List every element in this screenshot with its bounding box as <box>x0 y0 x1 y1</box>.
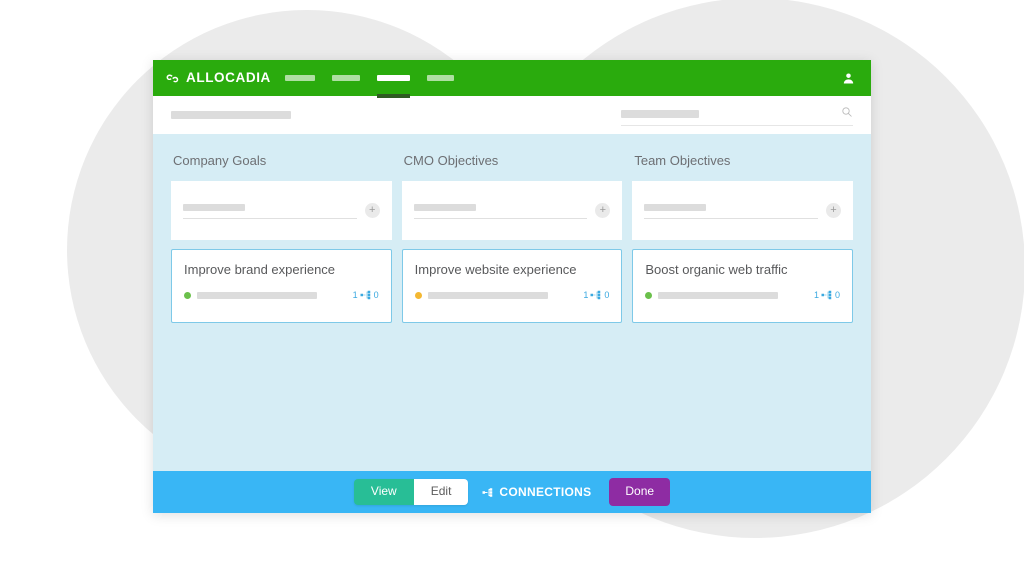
view-edit-toggle: View Edit <box>353 479 469 505</box>
goal-card-meta: 1 0 <box>184 289 379 301</box>
search-placeholder-bar <box>621 109 699 118</box>
goal-card[interactable]: Boost organic web traffic 1 0 <box>632 249 854 323</box>
card-detail-placeholder-bar <box>658 291 779 299</box>
connections-count[interactable]: 1 0 <box>814 289 840 301</box>
user-avatar-icon <box>843 72 853 83</box>
nav-item-4[interactable] <box>426 60 454 96</box>
nav-item-2[interactable] <box>331 60 360 96</box>
connections-out-count: 0 <box>604 289 610 300</box>
add-goal-card[interactable]: + <box>632 181 854 240</box>
add-goal-placeholder-bar <box>644 204 707 211</box>
goal-card-title: Boost organic web traffic <box>645 262 788 277</box>
goal-card-title: Improve brand experience <box>184 262 336 277</box>
add-goal-button[interactable]: + <box>595 203 611 218</box>
nav-item-3-active[interactable] <box>376 60 410 98</box>
status-dot-icon <box>645 291 653 299</box>
nav-placeholder-bar <box>376 75 410 81</box>
brand-name: ALLOCADIA <box>186 70 271 86</box>
nav-item-1[interactable] <box>284 60 315 96</box>
card-detail-placeholder-bar <box>427 291 548 299</box>
done-button[interactable]: Done <box>609 478 671 506</box>
nav-placeholder-bar <box>426 75 454 81</box>
goals-board: Company Goals + Improve brand experience… <box>153 134 871 471</box>
add-goal-input[interactable] <box>413 202 588 219</box>
connections-in-count: 1 <box>813 289 819 300</box>
connections-in-count: 1 <box>352 289 358 300</box>
column-cmo-objectives: CMO Objectives + Improve website experie… <box>401 150 623 323</box>
connections-node-icon <box>590 291 601 300</box>
connections-toggle[interactable]: CONNECTIONS <box>482 485 591 499</box>
goal-card[interactable]: Improve brand experience 1 0 <box>171 249 392 323</box>
add-goal-input[interactable] <box>183 202 357 219</box>
add-goal-card[interactable]: + <box>171 181 392 240</box>
goal-card-meta: 1 0 <box>645 289 840 301</box>
add-goal-input[interactable] <box>644 202 819 219</box>
search-input[interactable] <box>621 104 853 126</box>
allocadia-infinity-logo-icon <box>166 73 179 82</box>
connections-node-icon <box>821 291 832 300</box>
connections-out-count: 0 <box>835 289 841 300</box>
view-mode-button[interactable]: View <box>353 479 414 505</box>
column-team-objectives: Team Objectives + Boost organic web traf… <box>632 150 854 323</box>
nav-placeholder-bar <box>284 75 315 81</box>
app-window: ALLOCADIA Company Goals + Improve brand … <box>153 60 871 513</box>
user-avatar-button[interactable] <box>839 69 857 87</box>
goal-card-meta: 1 0 <box>414 289 609 301</box>
add-goal-button[interactable]: + <box>364 203 380 218</box>
top-navbar: ALLOCADIA <box>153 60 871 98</box>
column-title: CMO Objectives <box>403 153 499 168</box>
connections-count[interactable]: 1 0 <box>353 289 379 301</box>
card-detail-placeholder-bar <box>197 291 317 299</box>
bottom-action-bar: View Edit CONNECTIONS Done <box>153 471 871 513</box>
connections-node-icon <box>360 291 370 300</box>
search-icon[interactable] <box>841 106 853 118</box>
nav-items <box>284 60 454 98</box>
column-title: Team Objectives <box>634 153 731 168</box>
secondary-toolbar <box>153 96 871 134</box>
brand-logo[interactable]: ALLOCADIA <box>165 71 271 86</box>
status-dot-icon <box>414 291 422 299</box>
column-company-goals: Company Goals + Improve brand experience… <box>171 150 392 323</box>
status-dot-icon <box>184 291 191 299</box>
goal-card[interactable]: Improve website experience 1 0 <box>401 249 623 323</box>
add-goal-button[interactable]: + <box>826 203 842 218</box>
connections-label-text: CONNECTIONS <box>499 485 592 499</box>
goal-card-title: Improve website experience <box>414 262 577 277</box>
connections-count[interactable]: 1 0 <box>583 289 609 301</box>
connections-out-count: 0 <box>373 289 379 300</box>
connections-node-icon <box>482 487 493 497</box>
column-title: Company Goals <box>173 153 267 168</box>
nav-placeholder-bar <box>331 75 360 81</box>
edit-mode-button[interactable]: Edit <box>413 479 469 505</box>
add-goal-card[interactable]: + <box>401 181 623 240</box>
add-goal-placeholder-bar <box>413 204 476 211</box>
add-goal-placeholder-bar <box>183 204 245 211</box>
connections-in-count: 1 <box>583 289 589 300</box>
page-title-placeholder-bar <box>171 111 291 119</box>
